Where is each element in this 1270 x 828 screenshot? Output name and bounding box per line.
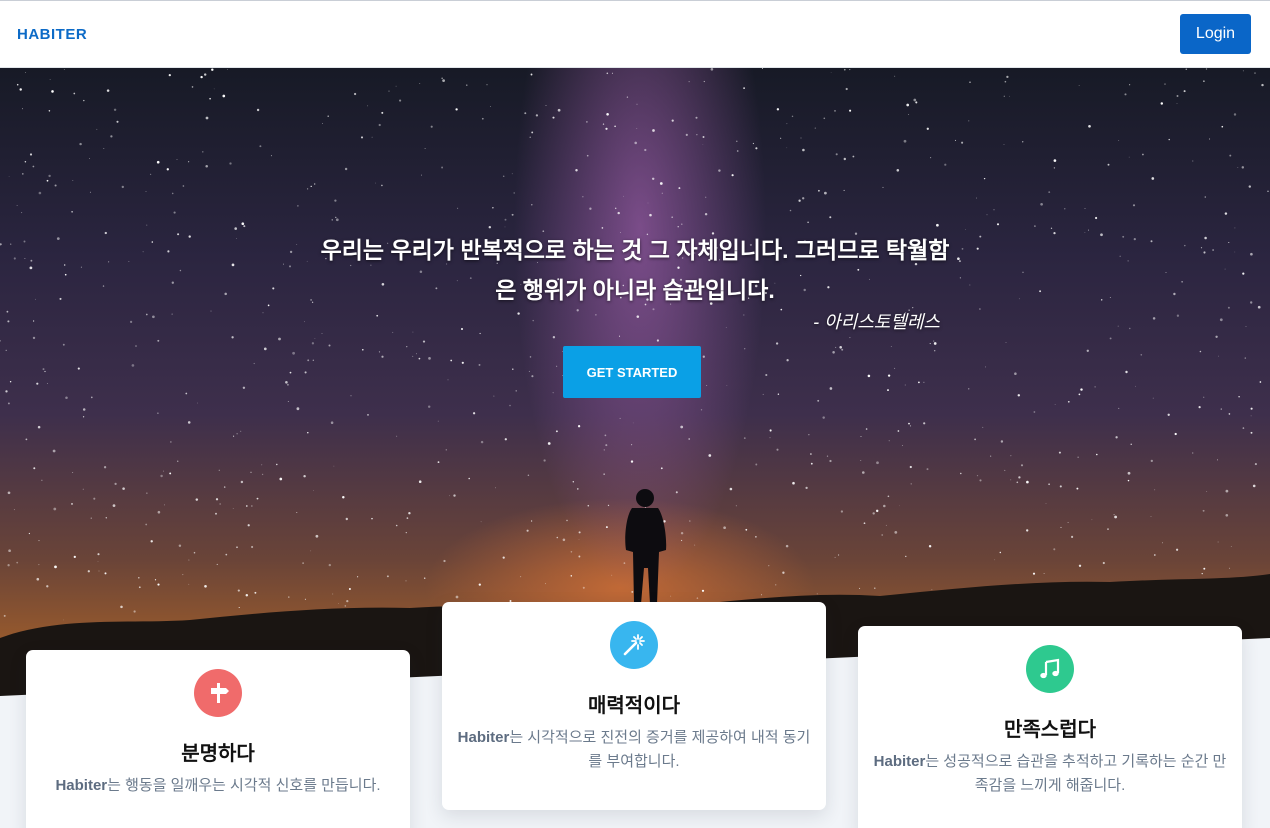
feature-title: 만족스럽다 bbox=[1004, 719, 1096, 741]
feature-brand: Habiter bbox=[55, 777, 108, 794]
feature-brand: Habiter bbox=[457, 729, 510, 746]
feature-title: 매력적이다 bbox=[588, 695, 680, 717]
feature-description: Habiter는 행동을 일깨우는 시각적 신호를 만듭니다. bbox=[55, 777, 381, 794]
hero-quote: 우리는 우리가 반복적으로 하는 것 그 자체입니다. 그러므로 탁월함은 행위… bbox=[320, 237, 950, 303]
get-started-button[interactable]: GET STARTED bbox=[563, 346, 701, 398]
feature-description: Habiter는 성공적으로 습관을 추적하고 기록하는 순간 만족감을 느끼게… bbox=[873, 753, 1227, 794]
signpost-icon bbox=[194, 669, 242, 717]
feature-card-clear: 분명하다 Habiter는 행동을 일깨우는 시각적 신호를 만듭니다. bbox=[26, 650, 410, 828]
hero-quote-author: - 아리스토텔레스 bbox=[813, 312, 940, 332]
feature-title: 분명하다 bbox=[181, 743, 255, 765]
brand-logo[interactable]: HABITER bbox=[17, 26, 87, 43]
magic-wand-icon bbox=[610, 621, 658, 669]
navbar: HABITER Login bbox=[0, 0, 1270, 68]
feature-description: Habiter는 시각적으로 진전의 증거를 제공하여 내적 동기를 부여합니다… bbox=[457, 729, 811, 770]
feature-card-satisfying: 만족스럽다 Habiter는 성공적으로 습관을 추적하고 기록하는 순간 만족… bbox=[858, 626, 1242, 828]
feature-card-attractive: 매력적이다 Habiter는 시각적으로 진전의 증거를 제공하여 내적 동기를… bbox=[442, 602, 826, 810]
music-note-icon bbox=[1026, 645, 1074, 693]
feature-brand: Habiter bbox=[873, 753, 926, 770]
login-button[interactable]: Login bbox=[1180, 14, 1251, 54]
person-silhouette bbox=[625, 489, 667, 604]
